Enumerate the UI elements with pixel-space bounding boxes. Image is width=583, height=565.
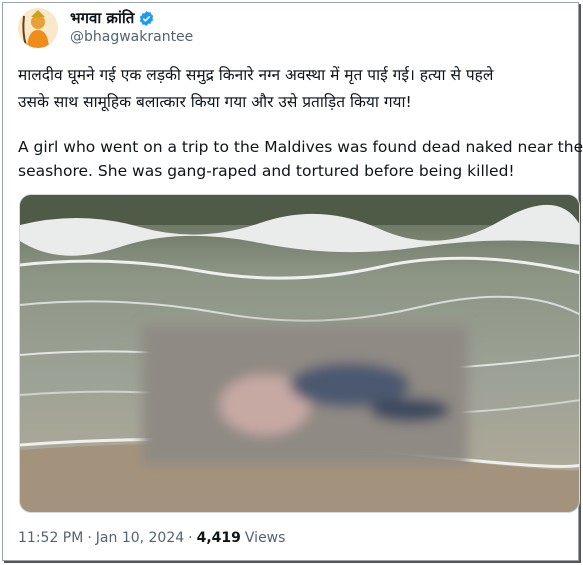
tweet-text-hindi-line2: उसके साथ सामूहिक बलात्कार किया गया और उस… (18, 93, 412, 111)
tweet-text-english-line1: A girl who went on a trip to the Maldive… (18, 138, 583, 156)
avatar[interactable] (18, 8, 58, 48)
meta-separator: · (87, 530, 92, 546)
verified-badge-icon (140, 10, 154, 26)
tweet-meta: 11:52 PM · Jan 10, 2024 · 4,419 Views (18, 530, 285, 546)
views-label: Views (244, 530, 286, 546)
author-handle[interactable]: @bhagwakrantee (70, 29, 193, 45)
meta-separator-2: · (188, 530, 193, 546)
tweet-text-hindi-line1: मालदीव घूमने गई एक लड़की समुद्र किनारे न… (18, 66, 494, 84)
display-name[interactable]: भगवा क्रांति (70, 8, 134, 28)
tweet-text-english-line2: seashore. She was gang-raped and torture… (18, 162, 515, 180)
views-count: 4,419 (196, 530, 241, 546)
tweet-time[interactable]: 11:52 PM (18, 530, 83, 546)
blurred-region (142, 325, 468, 465)
tweet-date[interactable]: Jan 10, 2024 (96, 530, 184, 546)
tweet-media-image[interactable] (19, 194, 580, 513)
author-name-row[interactable]: भगवा क्रांति (70, 8, 155, 28)
